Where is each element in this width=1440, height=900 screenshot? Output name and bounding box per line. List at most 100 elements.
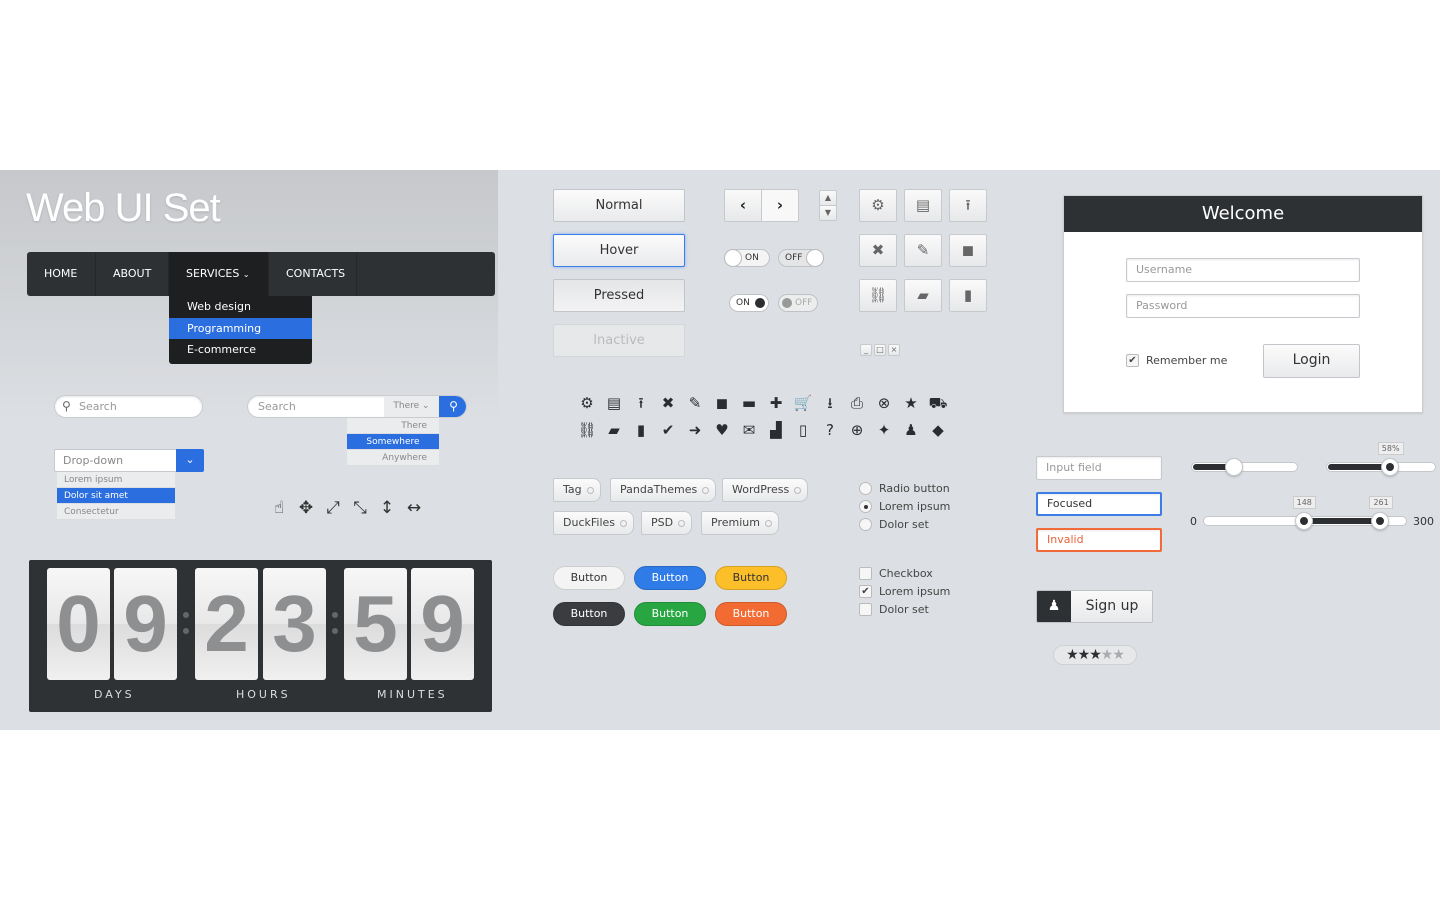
submenu-item[interactable]: Programming — [169, 317, 312, 339]
submenu-item[interactable]: E-commerce — [169, 339, 312, 361]
star-icon[interactable]: ★ — [1078, 647, 1091, 663]
close-icon[interactable]: × — [888, 344, 900, 356]
star-rating[interactable]: ★★★★★ — [1053, 645, 1137, 665]
radio-option[interactable]: Lorem ipsum — [859, 500, 950, 513]
radio-option[interactable]: Dolor set — [859, 518, 929, 531]
spinner-up[interactable]: ▲ — [819, 190, 837, 206]
invalid-input[interactable]: Invalid — [1036, 528, 1162, 552]
radio-label: Lorem ipsum — [879, 500, 951, 513]
nav-home[interactable]: HOME — [27, 252, 96, 296]
scope-select[interactable]: There ⌄ — [384, 396, 439, 417]
pencil-button[interactable]: ✎ — [904, 234, 942, 267]
scope-value: There — [393, 401, 420, 411]
dropdown-option[interactable]: Lorem ipsum — [57, 472, 175, 488]
tag[interactable]: WordPress — [722, 478, 809, 502]
window-button[interactable]: ▤ — [904, 189, 942, 222]
checkbox-option[interactable]: Checkbox — [859, 567, 933, 580]
chevron-down-icon[interactable]: ⌄ — [176, 449, 204, 472]
maximize-icon[interactable]: □ — [874, 344, 886, 356]
folder-button[interactable]: ▰ — [904, 279, 942, 312]
pill-button-blue[interactable]: Button — [634, 566, 706, 590]
check-icon: ✔ — [1126, 354, 1139, 367]
checkbox-option[interactable]: Dolor set — [859, 603, 929, 616]
tag[interactable]: Premium — [701, 511, 779, 535]
spinner-down[interactable]: ▼ — [819, 205, 837, 221]
tag[interactable]: DuckFiles — [553, 511, 634, 535]
download-icon: ⭳ — [827, 394, 833, 412]
upload-button[interactable]: ⭱ — [949, 189, 987, 222]
search-with-scope[interactable]: Search There ⌄ ⚲ — [247, 395, 467, 418]
tag[interactable]: Tag — [553, 478, 601, 502]
next-button[interactable]: › — [761, 189, 799, 222]
scope-option[interactable]: There — [347, 418, 439, 434]
move-cursor-icon: ✥ — [298, 498, 314, 518]
toggle-on[interactable]: ON — [724, 249, 770, 267]
star-icon[interactable]: ★ — [1089, 647, 1102, 663]
dropdown-option[interactable]: Consectetur — [57, 504, 175, 520]
password-input[interactable]: Password — [1126, 294, 1360, 318]
slider-handle[interactable] — [1380, 458, 1399, 476]
file-button[interactable]: ▮ — [949, 279, 987, 312]
nav-contacts[interactable]: CONTACTS — [269, 252, 357, 296]
normal-button[interactable]: Normal — [553, 189, 685, 222]
countdown-label: DAYS — [94, 688, 135, 701]
remember-me-checkbox[interactable]: ✔ Remember me — [1126, 354, 1227, 367]
nav-services[interactable]: SERVICES ⌄ — [169, 252, 269, 296]
checkbox-icon — [859, 603, 872, 616]
upload-icon: ⭱ — [638, 394, 644, 412]
star-icon[interactable]: ★ — [1066, 647, 1079, 663]
pill-button-white[interactable]: Button — [553, 566, 625, 590]
chevron-up-icon: ▲ — [824, 193, 832, 202]
search-button[interactable]: ⚲ — [439, 396, 466, 417]
minimize-icon[interactable]: _ — [860, 344, 872, 356]
pill-button-green[interactable]: Button — [634, 602, 706, 626]
pill-button-yellow[interactable]: Button — [715, 566, 787, 590]
username-input[interactable]: Username — [1126, 258, 1360, 282]
window-icon: ▤ — [915, 196, 931, 214]
dropdown-option[interactable]: Dolor sit amet — [57, 488, 175, 504]
countdown-digit: 5 — [344, 568, 407, 680]
focused-input[interactable]: Focused — [1036, 492, 1162, 516]
login-panel: Welcome Username Password ✔ Remember me L… — [1063, 195, 1423, 413]
scope-option[interactable]: Anywhere — [347, 450, 439, 466]
toggle-on-dot[interactable]: ON — [729, 294, 769, 312]
toggle-label: OFF — [795, 298, 813, 308]
link-button[interactable]: ⛓ — [859, 279, 897, 312]
tag[interactable]: PandaThemes — [610, 478, 717, 502]
checkbox-option[interactable]: ✔ Lorem ipsum — [859, 585, 950, 598]
radio-option[interactable]: Radio button — [859, 482, 950, 495]
radio-icon — [859, 482, 872, 495]
nav-about[interactable]: ABOUT — [96, 252, 169, 296]
range-tooltip-high: 261 — [1369, 496, 1393, 509]
pill-button-orange[interactable]: Button — [715, 602, 787, 626]
close-button[interactable]: ✖ — [859, 234, 897, 267]
search-input[interactable]: ⚲ Search — [54, 395, 203, 418]
slider-handle[interactable] — [1224, 458, 1243, 476]
star-icon[interactable]: ★ — [1101, 647, 1114, 663]
pressed-button[interactable]: Pressed — [553, 279, 685, 312]
gears-icon: ⚙ — [580, 394, 594, 412]
cube-button[interactable]: ◼ — [949, 234, 987, 267]
slider-simple[interactable] — [1191, 462, 1298, 472]
prev-button[interactable]: ‹ — [724, 189, 762, 222]
input-field[interactable]: Input field — [1036, 456, 1162, 480]
signup-button[interactable]: ♟ Sign up — [1036, 590, 1153, 623]
star-icon[interactable]: ★ — [1112, 647, 1125, 663]
resize-diagonal-nw-icon: ⤡ — [353, 498, 367, 518]
hover-button[interactable]: Hover — [553, 234, 685, 267]
toggle-off-dot[interactable]: OFF — [778, 294, 818, 312]
user-icon: ♟ — [904, 421, 918, 439]
dropdown[interactable]: Drop-down ⌄ — [54, 449, 204, 472]
login-button[interactable]: Login — [1263, 344, 1360, 378]
gears-button[interactable]: ⚙ — [859, 189, 897, 222]
checkbox-label: Lorem ipsum — [879, 585, 951, 598]
toggle-off[interactable]: OFF — [778, 249, 824, 267]
tag[interactable]: PSD — [641, 511, 693, 535]
page-title: Web UI Set — [26, 186, 221, 230]
scope-option[interactable]: Somewhere — [347, 434, 439, 450]
submenu-item[interactable]: Web design — [169, 296, 312, 318]
range-handle-low[interactable] — [1294, 512, 1313, 530]
pill-button-dark[interactable]: Button — [553, 602, 625, 626]
chevron-left-icon: ‹ — [739, 196, 747, 214]
folder-icon: ▰ — [608, 421, 620, 439]
